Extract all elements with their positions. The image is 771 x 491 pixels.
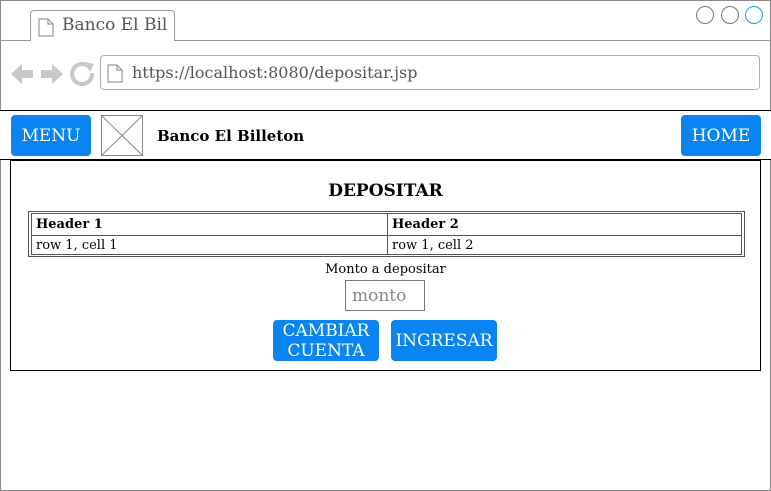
table-header: Header 2 [387, 213, 742, 236]
minimize-button[interactable] [696, 6, 714, 24]
url-text: https://localhost:8080/depositar.jsp [132, 63, 418, 82]
page-icon [107, 64, 123, 87]
accounts-table: Header 1 Header 2 row 1, cell 1 row 1, c… [28, 211, 745, 257]
menu-button[interactable]: MENU [11, 115, 91, 156]
maximize-button[interactable] [721, 6, 739, 24]
table-cell[interactable]: row 1, cell 2 [387, 235, 742, 255]
close-button[interactable] [745, 6, 763, 24]
table-header: Header 1 [31, 213, 388, 236]
deposit-button[interactable]: INGRESAR [391, 320, 497, 361]
amount-input[interactable] [345, 280, 425, 311]
reload-icon[interactable] [70, 62, 95, 86]
back-arrow-icon[interactable] [11, 64, 33, 84]
change-account-button[interactable]: CAMBIAR CUENTA [273, 320, 379, 361]
forward-arrow-icon[interactable] [41, 64, 63, 84]
table-cell[interactable]: row 1, cell 1 [31, 235, 388, 255]
page-icon [38, 18, 54, 41]
logo-placeholder [101, 115, 143, 156]
browser-navigation [10, 62, 96, 90]
tab-title: Banco El Bil [62, 15, 168, 35]
address-bar[interactable]: https://localhost:8080/depositar.jsp [100, 55, 760, 90]
page-title: DEPOSITAR [328, 181, 443, 201]
browser-tab[interactable]: Banco El Bil [30, 10, 175, 40]
brand-name: Banco El Billeton [157, 127, 305, 145]
home-button[interactable]: HOME [681, 115, 761, 156]
amount-label: Monto a depositar [325, 262, 446, 277]
